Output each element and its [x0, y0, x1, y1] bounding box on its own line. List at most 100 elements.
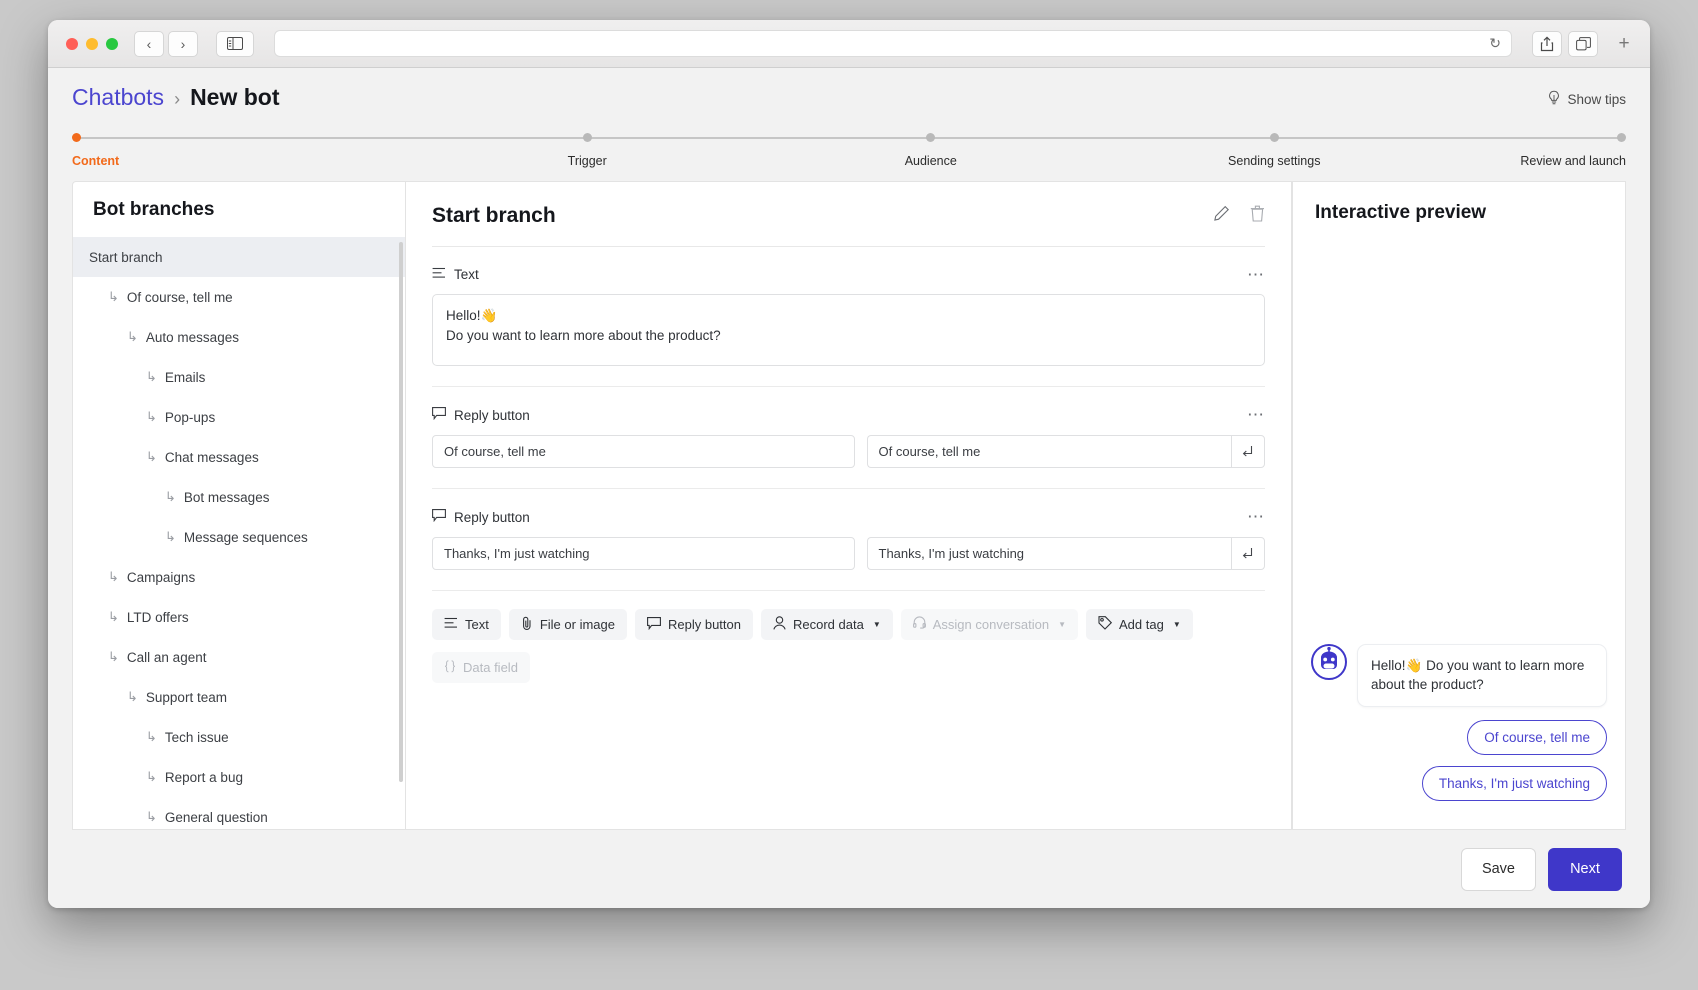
- reply-button-block-1: Reply button ⋯ Of course, tell me Of cou…: [432, 387, 1265, 468]
- branch-arrow-icon: ↳: [165, 529, 176, 544]
- text-block-menu-icon[interactable]: ⋯: [1247, 266, 1265, 283]
- show-tips-button[interactable]: Show tips: [1547, 90, 1626, 109]
- reply-block-1-row: Of course, tell me Of course, tell me: [432, 435, 1265, 468]
- sidebar-item-report-a-bug[interactable]: ↳ Report a bug: [73, 757, 405, 797]
- text-block-line-1: Hello!👋: [446, 308, 498, 323]
- reply-1-title-input[interactable]: Of course, tell me: [432, 435, 855, 468]
- sidebar-item-label: Message sequences: [183, 529, 308, 545]
- reply-block-1-label-group: Reply button: [432, 407, 530, 423]
- stepper-connector: [587, 137, 931, 139]
- toolbar-button-label: Reply button: [667, 617, 741, 632]
- breadcrumb: Chatbots › New bot: [72, 84, 280, 111]
- toolbar-button-label: Data field: [463, 660, 518, 675]
- branch-arrow-icon: ↳: [108, 649, 119, 664]
- trash-icon[interactable]: [1250, 205, 1265, 227]
- sidebar-item-label: Report a bug: [164, 769, 243, 785]
- stepper-step-audience[interactable]: Audience: [759, 133, 1275, 181]
- address-bar[interactable]: ↻: [274, 30, 1512, 57]
- reply-2-title-input[interactable]: Thanks, I'm just watching: [432, 537, 855, 570]
- sidebar-scrollbar[interactable]: [399, 242, 403, 782]
- browser-window: ‹ › ↻ + Chatbots › New bot Show tips Con…: [48, 20, 1650, 908]
- sidebar-item-label: Chat messages: [164, 449, 259, 465]
- stepper-step-content[interactable]: Content: [72, 133, 588, 181]
- stepper-label: Sending settings: [1228, 154, 1321, 168]
- sidebar-item-pop-ups[interactable]: ↳ Pop-ups: [73, 397, 405, 437]
- reply-1-branch-input[interactable]: Of course, tell me: [866, 435, 1231, 468]
- maximize-window-button[interactable]: [106, 37, 118, 50]
- sidebar-item-call-an-agent[interactable]: ↳ Call an agent: [73, 637, 405, 677]
- stepper-label: Audience: [904, 154, 957, 168]
- robot-avatar-icon: [1311, 643, 1347, 680]
- stepper-dot: [1269, 133, 1279, 142]
- sidebar-item-emails[interactable]: ↳ Emails: [73, 357, 405, 397]
- stepper-step-sending-settings[interactable]: Sending settings: [1103, 133, 1618, 181]
- toolbar-button-label: Assign conversation: [932, 617, 1050, 632]
- content-columns: Bot branches Start branch ↳ Of course, tel…: [48, 181, 1650, 830]
- reply-2-branch-input[interactable]: Thanks, I'm just watching: [866, 537, 1231, 570]
- reply-2-goto-branch-button[interactable]: [1231, 537, 1265, 570]
- sidebar-item-tech-issue[interactable]: ↳ Tech issue: [73, 717, 405, 757]
- sidebar-item-auto-messages[interactable]: ↳ Auto messages: [73, 317, 405, 357]
- branch-arrow-icon: ↳: [146, 809, 157, 824]
- sidebar-item-label: General question: [164, 809, 268, 825]
- reload-icon[interactable]: ↻: [1489, 35, 1501, 52]
- toolbar-button-label: Add tag: [1119, 617, 1164, 632]
- sidebar-item-ltd-offers[interactable]: ↳ LTD offers: [73, 597, 405, 637]
- reply-block-2-menu-icon[interactable]: ⋯: [1247, 508, 1265, 525]
- sidebar-item-general-question[interactable]: ↳ General question: [73, 797, 405, 829]
- toolbar-reply-button-button[interactable]: Reply button: [634, 609, 753, 640]
- text-lines-icon: [444, 617, 458, 632]
- share-icon[interactable]: [1532, 30, 1562, 57]
- pencil-icon[interactable]: [1213, 205, 1230, 227]
- toolbar-file-or-image-button[interactable]: File or image: [508, 609, 627, 640]
- tag-icon: [1098, 616, 1113, 633]
- app-root: Chatbots › New bot Show tips Content Trig…: [48, 68, 1650, 908]
- reply-block-2-label-group: Reply button: [432, 509, 530, 525]
- toolbar-data-field-button: Data field: [432, 652, 530, 683]
- reply-block-1-header: Reply button ⋯: [432, 401, 1265, 435]
- toolbar-text-button[interactable]: Text: [432, 609, 501, 640]
- window-controls: [60, 37, 124, 50]
- next-button[interactable]: Next: [1548, 847, 1622, 891]
- sidebar-item-campaigns[interactable]: ↳ Campaigns: [73, 557, 405, 597]
- branch-arrow-icon: ↳: [146, 369, 157, 384]
- text-block-input[interactable]: Hello!👋 Do you want to learn more about …: [432, 294, 1265, 366]
- sidebar-item-label: Bot messages: [183, 489, 270, 505]
- sidebar-item-bot-messages[interactable]: ↳ Bot messages: [73, 477, 405, 517]
- paperclip-icon: [521, 616, 533, 633]
- breadcrumb-chatbots-link[interactable]: Chatbots: [72, 84, 164, 111]
- browser-toolbar: ‹ › ↻ +: [48, 20, 1650, 68]
- preview-quick-reply-button[interactable]: Of course, tell me: [1467, 720, 1607, 755]
- sidebar-item-start-branch[interactable]: Start branch: [73, 237, 405, 277]
- sidebar-item-message-sequences[interactable]: ↳ Message sequences: [73, 517, 405, 557]
- reply-block-1-menu-icon[interactable]: ⋯: [1247, 406, 1265, 423]
- toolbar-record-data-button[interactable]: Record data ▼: [760, 609, 893, 640]
- text-block: Text ⋯ Hello!👋 Do you want to learn more…: [432, 247, 1265, 366]
- stepper-step-review-and-launch[interactable]: Review and launch: [1446, 133, 1626, 181]
- reply-bubble-icon: [432, 509, 446, 525]
- save-button[interactable]: Save: [1460, 847, 1536, 891]
- preview-bot-bubble: Hello!👋 Do you want to learn more about …: [1357, 643, 1607, 707]
- chevron-down-icon: ▼: [1058, 620, 1066, 629]
- new-tab-button[interactable]: +: [1610, 30, 1638, 58]
- minimize-window-button[interactable]: [86, 37, 98, 50]
- sidebar-item-label: LTD offers: [126, 609, 189, 625]
- sidebar-item-of-course-tell-me[interactable]: ↳ Of course, tell me: [73, 277, 405, 317]
- stepper-step-trigger[interactable]: Trigger: [416, 133, 931, 181]
- sidebar-item-chat-messages[interactable]: ↳ Chat messages: [73, 437, 405, 477]
- editor-header: Start branch: [432, 204, 1265, 247]
- forward-button[interactable]: ›: [168, 30, 198, 57]
- sidebar-toggle-icon[interactable]: [216, 30, 254, 57]
- chrome-right-buttons: +: [1532, 30, 1638, 58]
- text-block-label-group: Text: [432, 267, 479, 282]
- sidebar-item-support-team[interactable]: ↳ Support team: [73, 677, 405, 717]
- tabs-icon[interactable]: [1568, 30, 1598, 57]
- page-title: New bot: [190, 84, 280, 110]
- reply-1-goto-branch-button[interactable]: [1231, 435, 1265, 468]
- close-window-button[interactable]: [66, 37, 78, 50]
- nav-buttons: ‹ ›: [134, 30, 198, 57]
- back-button[interactable]: ‹: [134, 30, 164, 57]
- branch-editor-panel: Start branch Text ⋯ Hello!👋 Do you want …: [406, 181, 1292, 830]
- preview-quick-reply-button[interactable]: Thanks, I'm just watching: [1421, 766, 1607, 801]
- toolbar-add-tag-button[interactable]: Add tag ▼: [1086, 609, 1193, 640]
